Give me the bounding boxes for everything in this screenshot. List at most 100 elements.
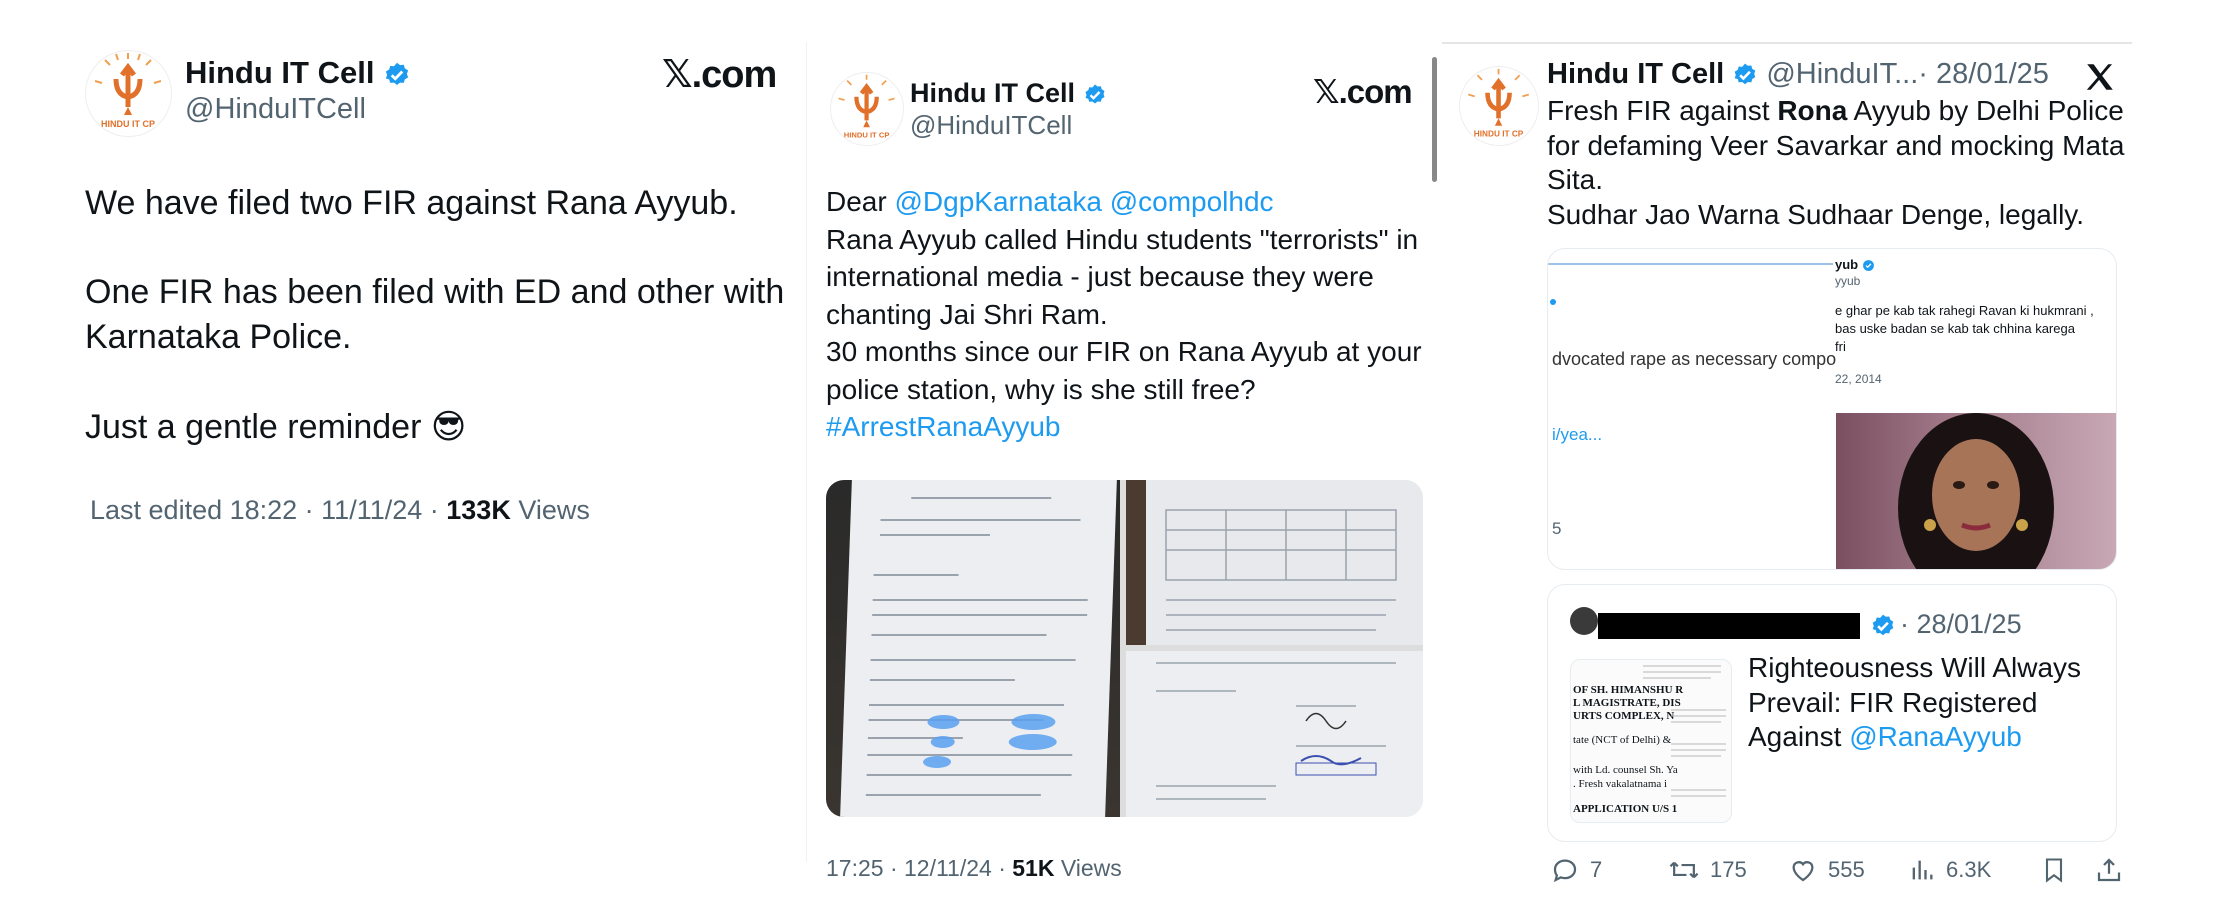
tweet-text: Fresh FIR against <box>1547 95 1770 126</box>
document-signature-lines <box>1156 662 1396 800</box>
display-name[interactable]: Hindu IT Cell <box>910 78 1107 109</box>
views-label: Views <box>1060 855 1122 881</box>
tweet-line: Sita. <box>1547 164 1604 195</box>
avatar[interactable]: HINDU IT CP <box>830 72 904 146</box>
quoted-line: Prevail: FIR Registered <box>1748 686 2038 718</box>
tweet-text: Ayyub by Delhi Police <box>1853 95 2124 126</box>
views-button[interactable]: 6.3K <box>1908 855 1991 885</box>
panel-top-border <box>1442 42 2132 44</box>
embed-dot-icon <box>1550 299 1556 305</box>
edited-timestamp[interactable]: Last edited 18:22 · 11/11/24 <box>90 495 422 525</box>
tweet-body: Fresh FIR against Rona Ayyub by Delhi Po… <box>1547 94 2147 232</box>
embed-link[interactable]: i/yea... <box>1552 425 1602 445</box>
x-com-logo: 𝕏.com <box>1313 73 1413 110</box>
embed-count: 5 <box>1552 519 1562 538</box>
tweet-date[interactable]: · 28/01/25 <box>1918 58 2049 90</box>
tweet-timestamp[interactable]: 17:25 · 12/11/24 · <box>826 855 1006 881</box>
views-count: 51K <box>1012 855 1055 881</box>
verified-badge-icon <box>1085 84 1105 104</box>
embed-left-text: dvocated rape as necessary compo <box>1552 349 1837 369</box>
tweet-line: One FIR has been filed with ED and other… <box>85 273 785 311</box>
embed-quote-line: fri <box>1835 339 1846 354</box>
hashtag-link[interactable]: #ArrestRanaAyyub <box>826 408 1436 446</box>
document-photo-2[interactable] <box>1126 480 1423 645</box>
panel-divider <box>806 42 807 862</box>
quoted-tweet-card[interactable]: · 28/01/25 OF SH. HIMANSHU R L MAGISTRAT… <box>1547 584 2117 842</box>
svg-text:HINDU IT CP: HINDU IT CP <box>844 130 890 139</box>
meta-separator: · <box>422 495 447 525</box>
display-name[interactable]: Hindu IT Cell <box>1547 58 1724 90</box>
tweet-line: 30 months since our FIR on Rana Ayyub at… <box>826 336 1422 367</box>
tweet-meta: Last edited 18:22 · 11/11/24 · 133K View… <box>90 495 590 526</box>
tweet-line: for defaming Veer Savarkar and mocking M… <box>1547 129 2125 161</box>
tweet-line: Just a gentle reminder 😎 <box>85 408 467 446</box>
document-photo-3[interactable] <box>1126 651 1423 817</box>
hindu-it-cell-logo: HINDU IT CP <box>1468 68 1530 139</box>
quoted-avatar <box>1570 607 1598 635</box>
display-name[interactable]: Hindu IT Cell <box>185 55 411 91</box>
embedded-image-card[interactable]: dvocated rape as necessary compo i/yea..… <box>1547 248 2117 570</box>
tweet-line: Sudhar Jao Warna Sudhaar Denge, legally. <box>1547 198 2084 230</box>
tweet-text-bold: Rona <box>1777 95 1848 126</box>
scrollbar[interactable] <box>1432 57 1437 182</box>
quoted-document-thumb[interactable]: OF SH. HIMANSHU R L MAGISTRATE, DIS URTS… <box>1570 659 1732 823</box>
repost-count: 175 <box>1710 857 1747 882</box>
portrait-illustration <box>1898 413 2054 569</box>
svg-text:HINDU IT CP: HINDU IT CP <box>101 119 155 129</box>
verified-badge-icon <box>385 62 409 85</box>
svg-text:HINDU IT CP: HINDU IT CP <box>1474 130 1524 139</box>
document-photo-1[interactable] <box>826 480 1120 817</box>
hindu-it-cell-logo: HINDU IT CP <box>94 53 162 129</box>
heart-icon <box>1792 861 1814 882</box>
avatar[interactable]: HINDU IT CP <box>1459 66 1539 146</box>
embed-quote-line: e ghar pe kab tak rahegi Ravan ki hukmra… <box>1835 303 2094 318</box>
embed-date: 22, 2014 <box>1835 372 1882 386</box>
quoted-date[interactable]: · 28/01/25 <box>1900 609 2022 640</box>
reply-count: 7 <box>1590 857 1603 882</box>
bookmark-button[interactable] <box>2040 855 2068 885</box>
tweet-meta: 17:25 · 12/11/24 · 51K Views <box>826 855 1122 882</box>
portrait-photo[interactable] <box>1836 413 2116 569</box>
media-grid[interactable] <box>826 480 1423 817</box>
quoted-line: Righteousness Will Always <box>1748 652 2082 683</box>
bookmark-icon <box>2045 858 2063 883</box>
embed-quote-line: bas uske badan se kab tak chhina karega <box>1835 321 2075 336</box>
tweet-header: Hindu IT Cell @HinduIT...· 28/01/25 <box>1547 58 2049 91</box>
like-button[interactable]: 555 <box>1788 855 1865 885</box>
avatar[interactable]: HINDU IT CP <box>85 50 172 137</box>
reply-icon <box>1553 859 1577 883</box>
handle[interactable]: @HinduIT... <box>1766 58 1918 90</box>
views-label: Views <box>518 495 590 525</box>
verified-badge-icon <box>1862 260 1874 271</box>
hindu-it-cell-logo: HINDU IT CP <box>838 74 895 139</box>
reply-button[interactable]: 7 <box>1550 855 1602 885</box>
tweet-line: We have filed two FIR against Rana Ayyub… <box>85 184 738 222</box>
x-com-logo: 𝕏.com <box>662 54 777 96</box>
verified-badge-icon <box>1734 63 1756 85</box>
like-count: 555 <box>1828 857 1865 882</box>
tweet-line: Karnataka Police. <box>85 318 352 356</box>
share-icon <box>2097 858 2121 882</box>
handle[interactable]: @HinduITCell <box>910 110 1072 141</box>
share-button[interactable] <box>2094 855 2124 885</box>
embed-handle2: yyub <box>1835 274 1861 288</box>
document-text-lines <box>865 497 1088 796</box>
mention-link[interactable]: @RanaAyyub <box>1849 721 2022 752</box>
verified-badge-icon <box>1872 614 1894 636</box>
tweet-line: chanting Jai Shri Ram. <box>826 298 1108 330</box>
views-chart-icon <box>1912 860 1933 880</box>
embed-handle: yub <box>1835 257 1875 272</box>
tweet-line: international media - just because they … <box>826 261 1374 292</box>
quoted-line: Against <box>1748 721 1842 752</box>
tweet-body: Dear @DgpKarnataka @compolhdc Rana Ayyub… <box>826 183 1436 446</box>
views-count: 6.3K <box>1946 857 1992 882</box>
embed-top-line <box>1548 263 1833 265</box>
views-count: 133K <box>446 495 511 525</box>
handle[interactable]: @HinduITCell <box>185 93 366 126</box>
repost-icon <box>1669 861 1699 879</box>
repost-button[interactable]: 175 <box>1668 855 1747 885</box>
document-table-lines <box>1126 480 1397 645</box>
mention-link[interactable]: @compolhdc <box>1110 186 1274 217</box>
mention-link[interactable]: @DgpKarnataka <box>894 186 1101 217</box>
tweet-line: Rana Ayyub called Hindu students "terror… <box>826 223 1419 255</box>
